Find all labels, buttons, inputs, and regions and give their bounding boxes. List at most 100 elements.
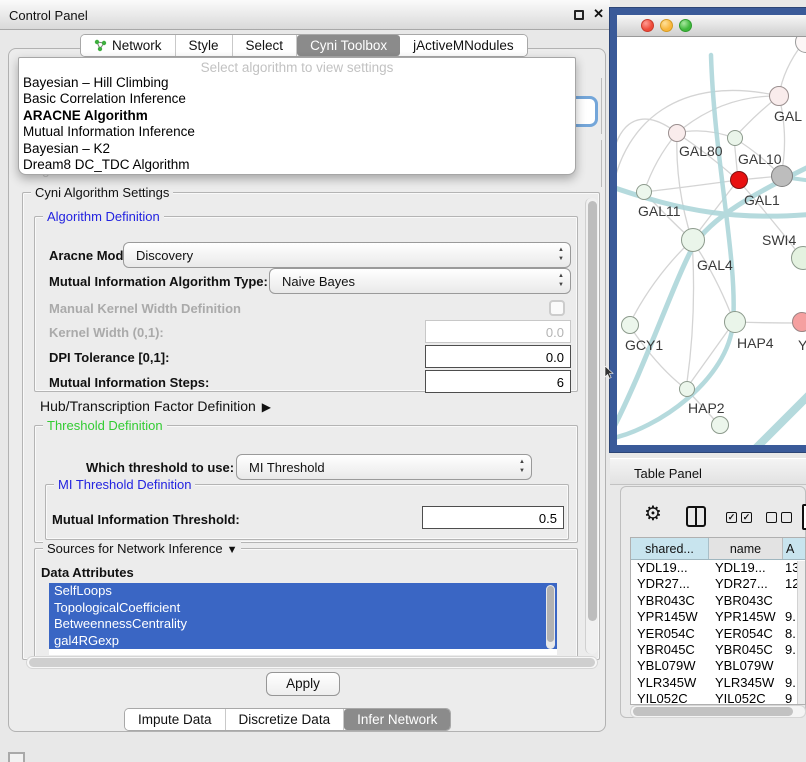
column-header-partial[interactable]: A	[783, 538, 805, 559]
tab-label: Discretize Data	[239, 712, 331, 727]
manual-kernel-width-label: Manual Kernel Width Definition	[49, 301, 241, 316]
tab-impute-data[interactable]: Impute Data	[125, 709, 226, 730]
check-all-icon[interactable]: ✓	[726, 512, 737, 523]
table-cell[interactable]: YPR145W	[709, 609, 783, 625]
table-cell[interactable]: YDR27...	[709, 576, 783, 592]
tab-jactivemnodules[interactable]: jActiveMNodules	[400, 35, 527, 56]
node-attribute-table: shared... name A YDL19...YDL19...13YDR27…	[630, 537, 806, 705]
table-row[interactable]: YER054CYER054C8.	[631, 626, 805, 642]
table-row[interactable]: YPR145WYPR145W9.	[631, 609, 805, 625]
table-cell[interactable]: YBL079W	[631, 658, 709, 674]
algorithm-option[interactable]: Bayesian – K2	[19, 141, 575, 157]
minimize-traffic-light[interactable]	[660, 19, 673, 32]
gear-icon[interactable]: ⚙	[644, 501, 662, 526]
minimized-panel-stub[interactable]	[8, 752, 25, 762]
table-row[interactable]: YLR345WYLR345W9.	[631, 675, 805, 691]
check-all-icon[interactable]: ✓	[741, 512, 752, 523]
table-cell[interactable]: YBL079W	[709, 658, 783, 674]
table-cell[interactable]: YBR045C	[709, 642, 783, 658]
scrollbar-thumb[interactable]	[547, 586, 554, 642]
network-node-y[interactable]	[792, 312, 806, 332]
network-node-hap4[interactable]	[724, 311, 746, 333]
network-node-gal4[interactable]	[681, 228, 705, 252]
table-cell[interactable]: YBR043C	[631, 593, 709, 609]
table-cell[interactable]: YIL052C	[709, 691, 783, 705]
close-icon[interactable]: ✕	[593, 6, 604, 22]
table-cell[interactable]: YER054C	[709, 626, 783, 642]
network-node[interactable]	[771, 165, 793, 187]
attribute-list-item[interactable]: TopologicalCoefficient	[49, 600, 557, 617]
network-node-gal[interactable]	[769, 86, 789, 106]
dpi-tolerance-field[interactable]: 0.0	[425, 345, 571, 368]
algorithm-option[interactable]: Bayesian – Hill Climbing	[19, 75, 575, 91]
table-vertical-scrollbar[interactable]	[797, 561, 805, 704]
table-row[interactable]: YBR043CYBR043C	[631, 593, 805, 609]
algorithm-option[interactable]: Mutual Information Inference	[19, 124, 575, 140]
apply-button[interactable]: Apply	[266, 672, 340, 696]
close-traffic-light[interactable]	[641, 19, 654, 32]
algorithm-option[interactable]: Dream8 DC_TDC Algorithm	[19, 157, 575, 173]
network-node-hap2[interactable]	[679, 381, 695, 397]
table-row[interactable]: YDR27...YDR27...12	[631, 576, 805, 592]
table-cell[interactable]: YLR345W	[631, 675, 709, 691]
scrollbar-thumb[interactable]	[633, 707, 793, 716]
scrollbar-thumb[interactable]	[29, 658, 595, 667]
settings-vertical-scrollbar[interactable]	[585, 198, 598, 654]
uncheck-all-icon[interactable]	[766, 512, 777, 523]
table-row[interactable]: YDL19...YDL19...13	[631, 560, 805, 576]
split-columns-icon[interactable]	[686, 506, 706, 527]
table-row[interactable]: YBR045CYBR045C9.	[631, 642, 805, 658]
mi-steps-field[interactable]: 6	[425, 370, 571, 393]
network-node-gal10[interactable]	[727, 130, 743, 146]
sources-toggle[interactable]: Sources for Network Inference▼	[43, 541, 241, 556]
attribute-list-item[interactable]: SelfLoops	[49, 583, 557, 600]
attribute-list-item[interactable]: BetweennessCentrality	[49, 616, 557, 633]
table-cell[interactable]: YDR27...	[631, 576, 709, 592]
table-cell[interactable]: YBR043C	[709, 593, 783, 609]
list-scrollbar[interactable]	[546, 585, 555, 649]
mi-threshold-field[interactable]: 0.5	[422, 506, 564, 529]
tab-cyni-toolbox[interactable]: Cyni Toolbox	[297, 35, 400, 56]
table-cell[interactable]: YDL19...	[709, 560, 783, 576]
network-node[interactable]	[711, 416, 729, 434]
network-node-gcy1[interactable]	[621, 316, 639, 334]
tab-infer-network[interactable]: Infer Network	[344, 709, 450, 730]
mi-algorithm-type-label: Mutual Information Algorithm Type:	[49, 274, 268, 289]
algorithm-option[interactable]: ARACNE Algorithm	[19, 108, 575, 124]
column-header-shared-name[interactable]: shared...	[631, 538, 709, 559]
column-header-name[interactable]: name	[709, 538, 783, 559]
network-node-gal1[interactable]	[730, 171, 748, 189]
table-row[interactable]: YIL052CYIL052C9	[631, 691, 805, 705]
network-graph-canvas[interactable]: GALGAL80GAL10GAL1GAL11SWI4GAL4GCY1HAP4YH…	[617, 37, 806, 445]
scrollbar-thumb[interactable]	[588, 201, 597, 621]
uncheck-all-icon[interactable]	[781, 512, 792, 523]
float-window-icon[interactable]	[574, 10, 584, 20]
which-threshold-select[interactable]: MI Threshold ▲▼	[236, 454, 532, 480]
tab-select[interactable]: Select	[233, 35, 298, 56]
aracne-mode-select[interactable]: Discovery ▲▼	[123, 242, 571, 268]
network-icon	[94, 39, 107, 52]
network-node-gal80[interactable]	[668, 124, 686, 142]
attribute-list-item[interactable]: gal4RGexp	[49, 633, 557, 650]
tab-network[interactable]: Network	[81, 35, 176, 56]
table-cell[interactable]: YPR145W	[631, 609, 709, 625]
tab-style[interactable]: Style	[176, 35, 233, 56]
manual-kernel-width-checkbox[interactable]	[549, 300, 565, 316]
tab-discretize-data[interactable]: Discretize Data	[226, 709, 345, 730]
tab-label: Select	[246, 38, 284, 53]
algorithm-option[interactable]: Basic Correlation Inference	[19, 91, 575, 107]
table-cell[interactable]: YBR045C	[631, 642, 709, 658]
network-node-gal11[interactable]	[636, 184, 652, 200]
table-horizontal-scrollbar[interactable]	[630, 705, 806, 718]
document-icon[interactable]	[802, 504, 806, 530]
table-cell[interactable]: YIL052C	[631, 691, 709, 705]
zoom-traffic-light[interactable]	[679, 19, 692, 32]
hub-definition-toggle[interactable]: Hub/Transcription Factor Definition▶	[40, 398, 271, 414]
table-cell[interactable]: YER054C	[631, 626, 709, 642]
kernel-width-field[interactable]: 0.0	[425, 320, 571, 343]
table-cell[interactable]: YDL19...	[631, 560, 709, 576]
table-cell[interactable]: YLR345W	[709, 675, 783, 691]
settings-horizontal-scrollbar[interactable]	[26, 656, 598, 669]
table-row[interactable]: YBL079WYBL079W	[631, 658, 805, 674]
mi-algorithm-type-select[interactable]: Naive Bayes ▲▼	[269, 268, 571, 294]
